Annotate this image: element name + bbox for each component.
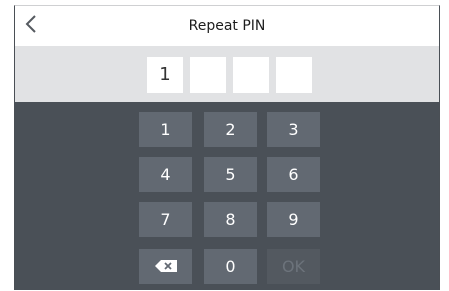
key-6[interactable]: 6 [267,157,320,192]
key-0[interactable]: 0 [204,249,257,284]
keypad: 1 2 3 4 5 6 7 8 9 0 OK [15,102,439,290]
header: Repeat PIN [15,6,439,46]
pin-digit-box [233,57,269,93]
page-title: Repeat PIN [188,18,266,34]
key-9[interactable]: 9 [267,202,320,237]
pin-digit-box: 1 [147,57,183,93]
pin-digit-box [276,57,312,93]
key-3[interactable]: 3 [267,112,320,147]
key-8[interactable]: 8 [204,202,257,237]
backspace-button[interactable] [139,249,192,284]
key-1[interactable]: 1 [139,112,192,147]
key-4[interactable]: 4 [139,157,192,192]
ok-button[interactable]: OK [267,249,320,284]
key-5[interactable]: 5 [204,157,257,192]
backspace-icon [154,249,177,284]
key-2[interactable]: 2 [204,112,257,147]
pin-display: 1 [15,46,439,102]
pin-screen: Repeat PIN 1 1 2 3 4 5 6 7 8 9 0 OK [14,5,440,290]
pin-digit-box [190,57,226,93]
key-7[interactable]: 7 [139,202,192,237]
